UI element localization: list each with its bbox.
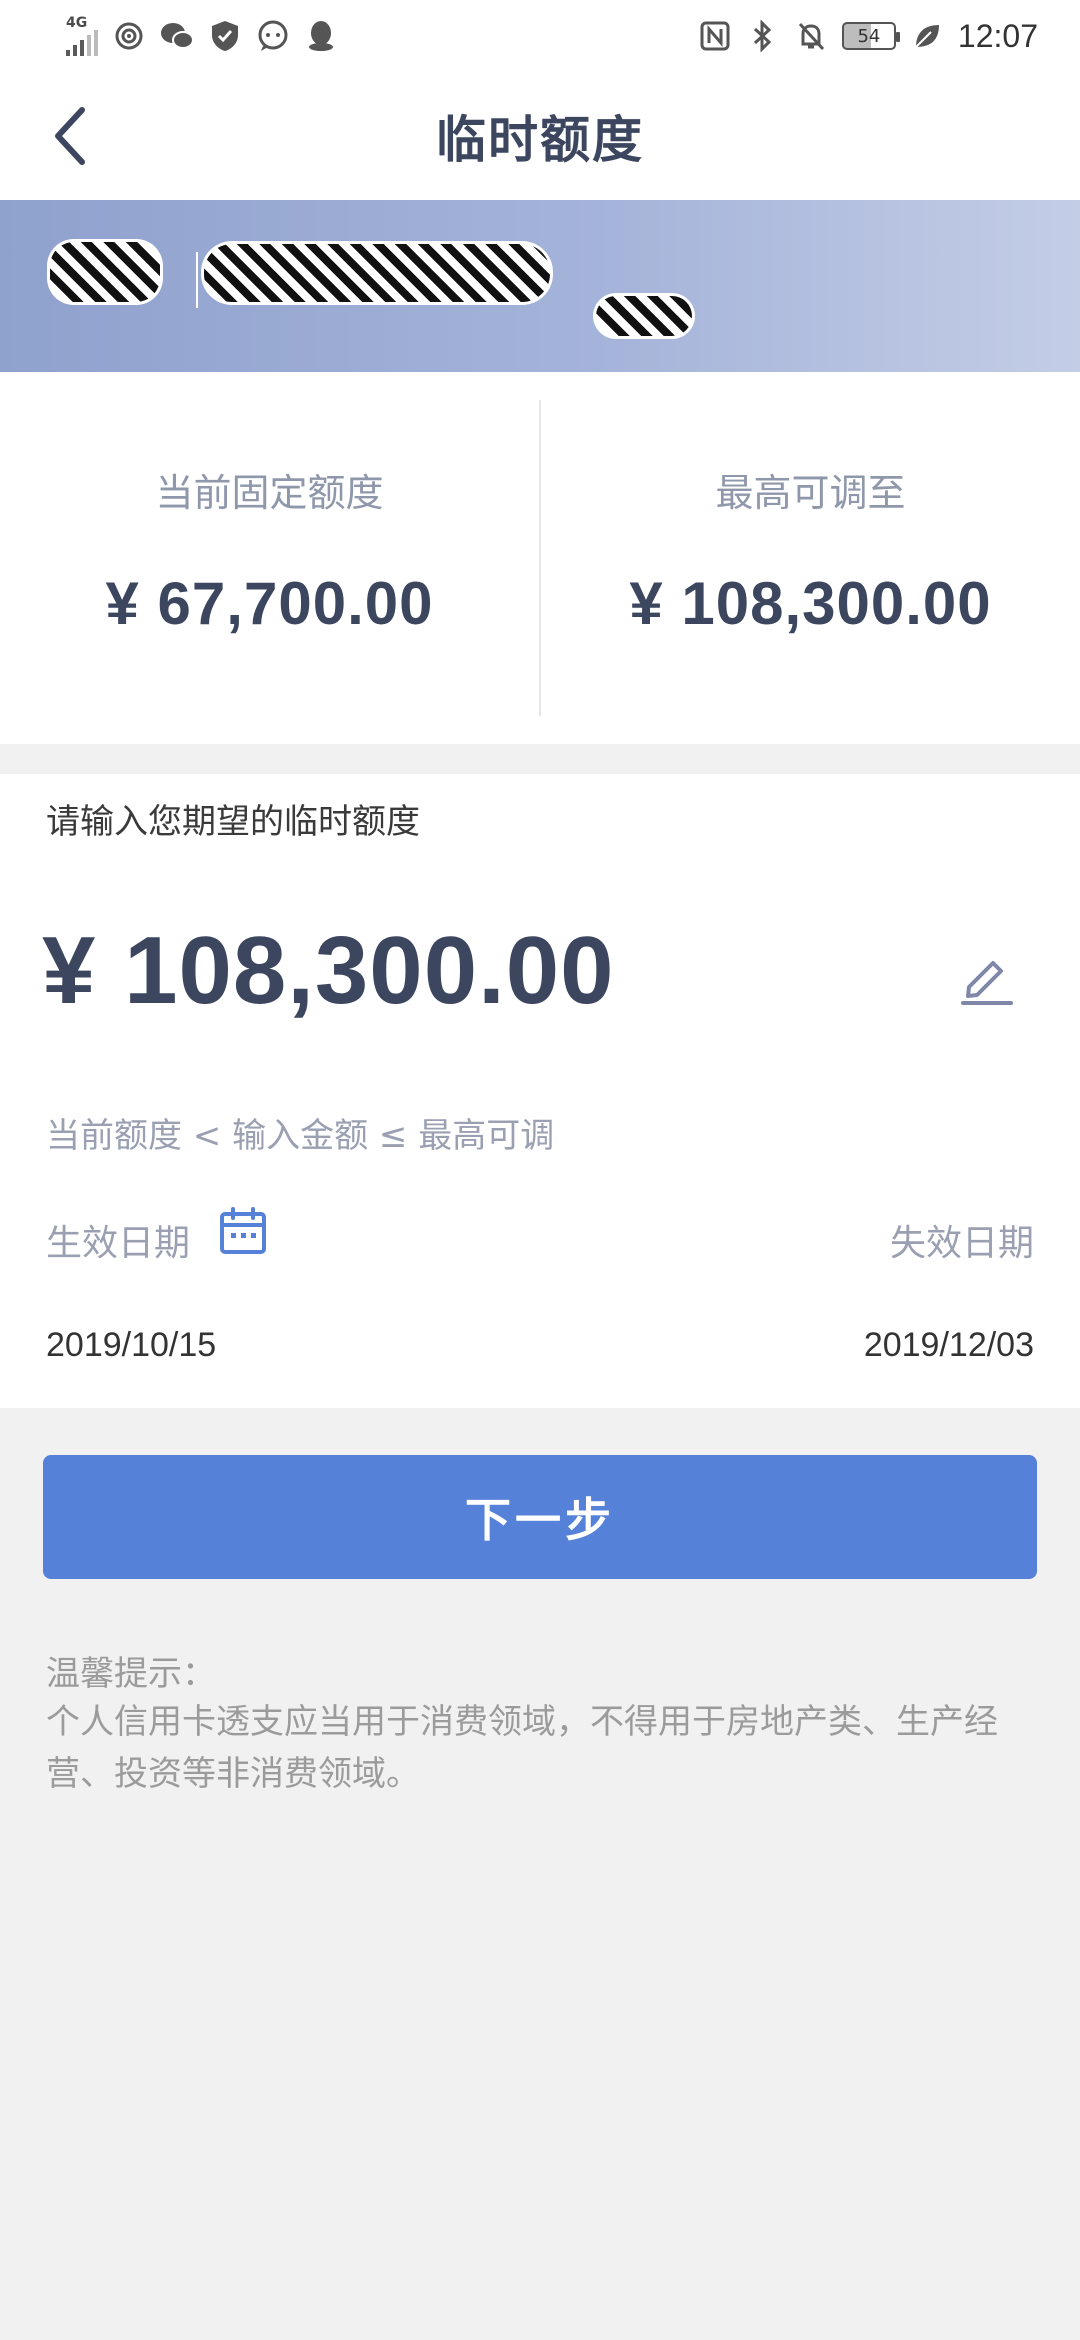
amount-input-hint: 请输入您期望的临时额度 — [46, 802, 420, 842]
bluetooth-icon — [746, 19, 780, 53]
redacted-card-suffix — [596, 296, 692, 336]
back-button[interactable] — [40, 104, 100, 168]
current-limit-label: 当前固定额度 — [155, 471, 384, 515]
shield-icon — [208, 19, 242, 53]
chevron-left-icon — [55, 107, 85, 165]
max-limit: 最高可调至 ¥ 108,300.00 — [541, 372, 1080, 744]
effective-date-label: 生效日期 — [46, 1223, 191, 1264]
limits-panel: 当前固定额度 ¥ 67,700.00 最高可调至 ¥ 108,300.00 — [0, 372, 1080, 744]
clock-time: 12:07 — [957, 17, 1038, 54]
qq-icon — [304, 19, 338, 53]
edit-amount-button[interactable] — [952, 942, 1022, 1012]
message-icon — [256, 19, 290, 53]
amount-input[interactable]: ¥ 108,300.00 — [42, 916, 615, 1026]
leaf-icon — [910, 19, 944, 53]
status-right: 54 12:07 — [698, 18, 1038, 55]
battery-icon: 54 — [841, 22, 900, 50]
redacted-card-name — [50, 242, 160, 302]
amount-range-hint: 当前额度 < 输入金额 ≤ 最高可调 — [46, 1116, 555, 1156]
max-limit-label: 最高可调至 — [715, 471, 906, 515]
network-indicator: 4G — [66, 16, 98, 56]
pencil-icon — [961, 961, 1013, 1005]
app-header: 临时额度 — [0, 72, 1080, 200]
nfc-icon — [698, 19, 732, 53]
next-step-button[interactable]: 下一步 — [43, 1455, 1037, 1579]
page-title: 临时额度 — [436, 111, 644, 169]
calendar-icon — [220, 1207, 266, 1254]
tips-title: 温馨提示： — [46, 1654, 216, 1694]
hotspot-icon — [112, 19, 146, 53]
tips-body: 个人信用卡透支应当用于消费领域，不得用于房地产类、生产经营、投资等非消费领域。 — [46, 1702, 998, 1794]
current-limit-value: ¥ 67,700.00 — [105, 570, 434, 637]
calendar-button[interactable] — [216, 1204, 270, 1258]
temporary-limit-form: 请输入您期望的临时额度 ¥ 108,300.00 当前额度 < 输入金额 ≤ 最… — [0, 774, 1080, 1408]
card-banner — [0, 200, 1080, 372]
redacted-card-number — [204, 244, 550, 302]
effective-date-value[interactable]: 2019/10/15 — [46, 1326, 216, 1365]
current-limit: 当前固定额度 ¥ 67,700.00 — [0, 372, 539, 744]
silent-bell-icon — [794, 19, 828, 53]
signal-icon — [66, 30, 98, 56]
status-bar: 4G 54 12:07 — [0, 0, 1080, 72]
wechat-icon — [160, 19, 194, 53]
status-left: 4G — [66, 16, 338, 56]
banner-divider — [196, 252, 198, 308]
expiry-date-label: 失效日期 — [889, 1223, 1034, 1264]
max-limit-value: ¥ 108,300.00 — [629, 570, 992, 637]
network-type-label: 4G — [66, 15, 88, 31]
expiry-date-value[interactable]: 2019/12/03 — [864, 1326, 1034, 1365]
